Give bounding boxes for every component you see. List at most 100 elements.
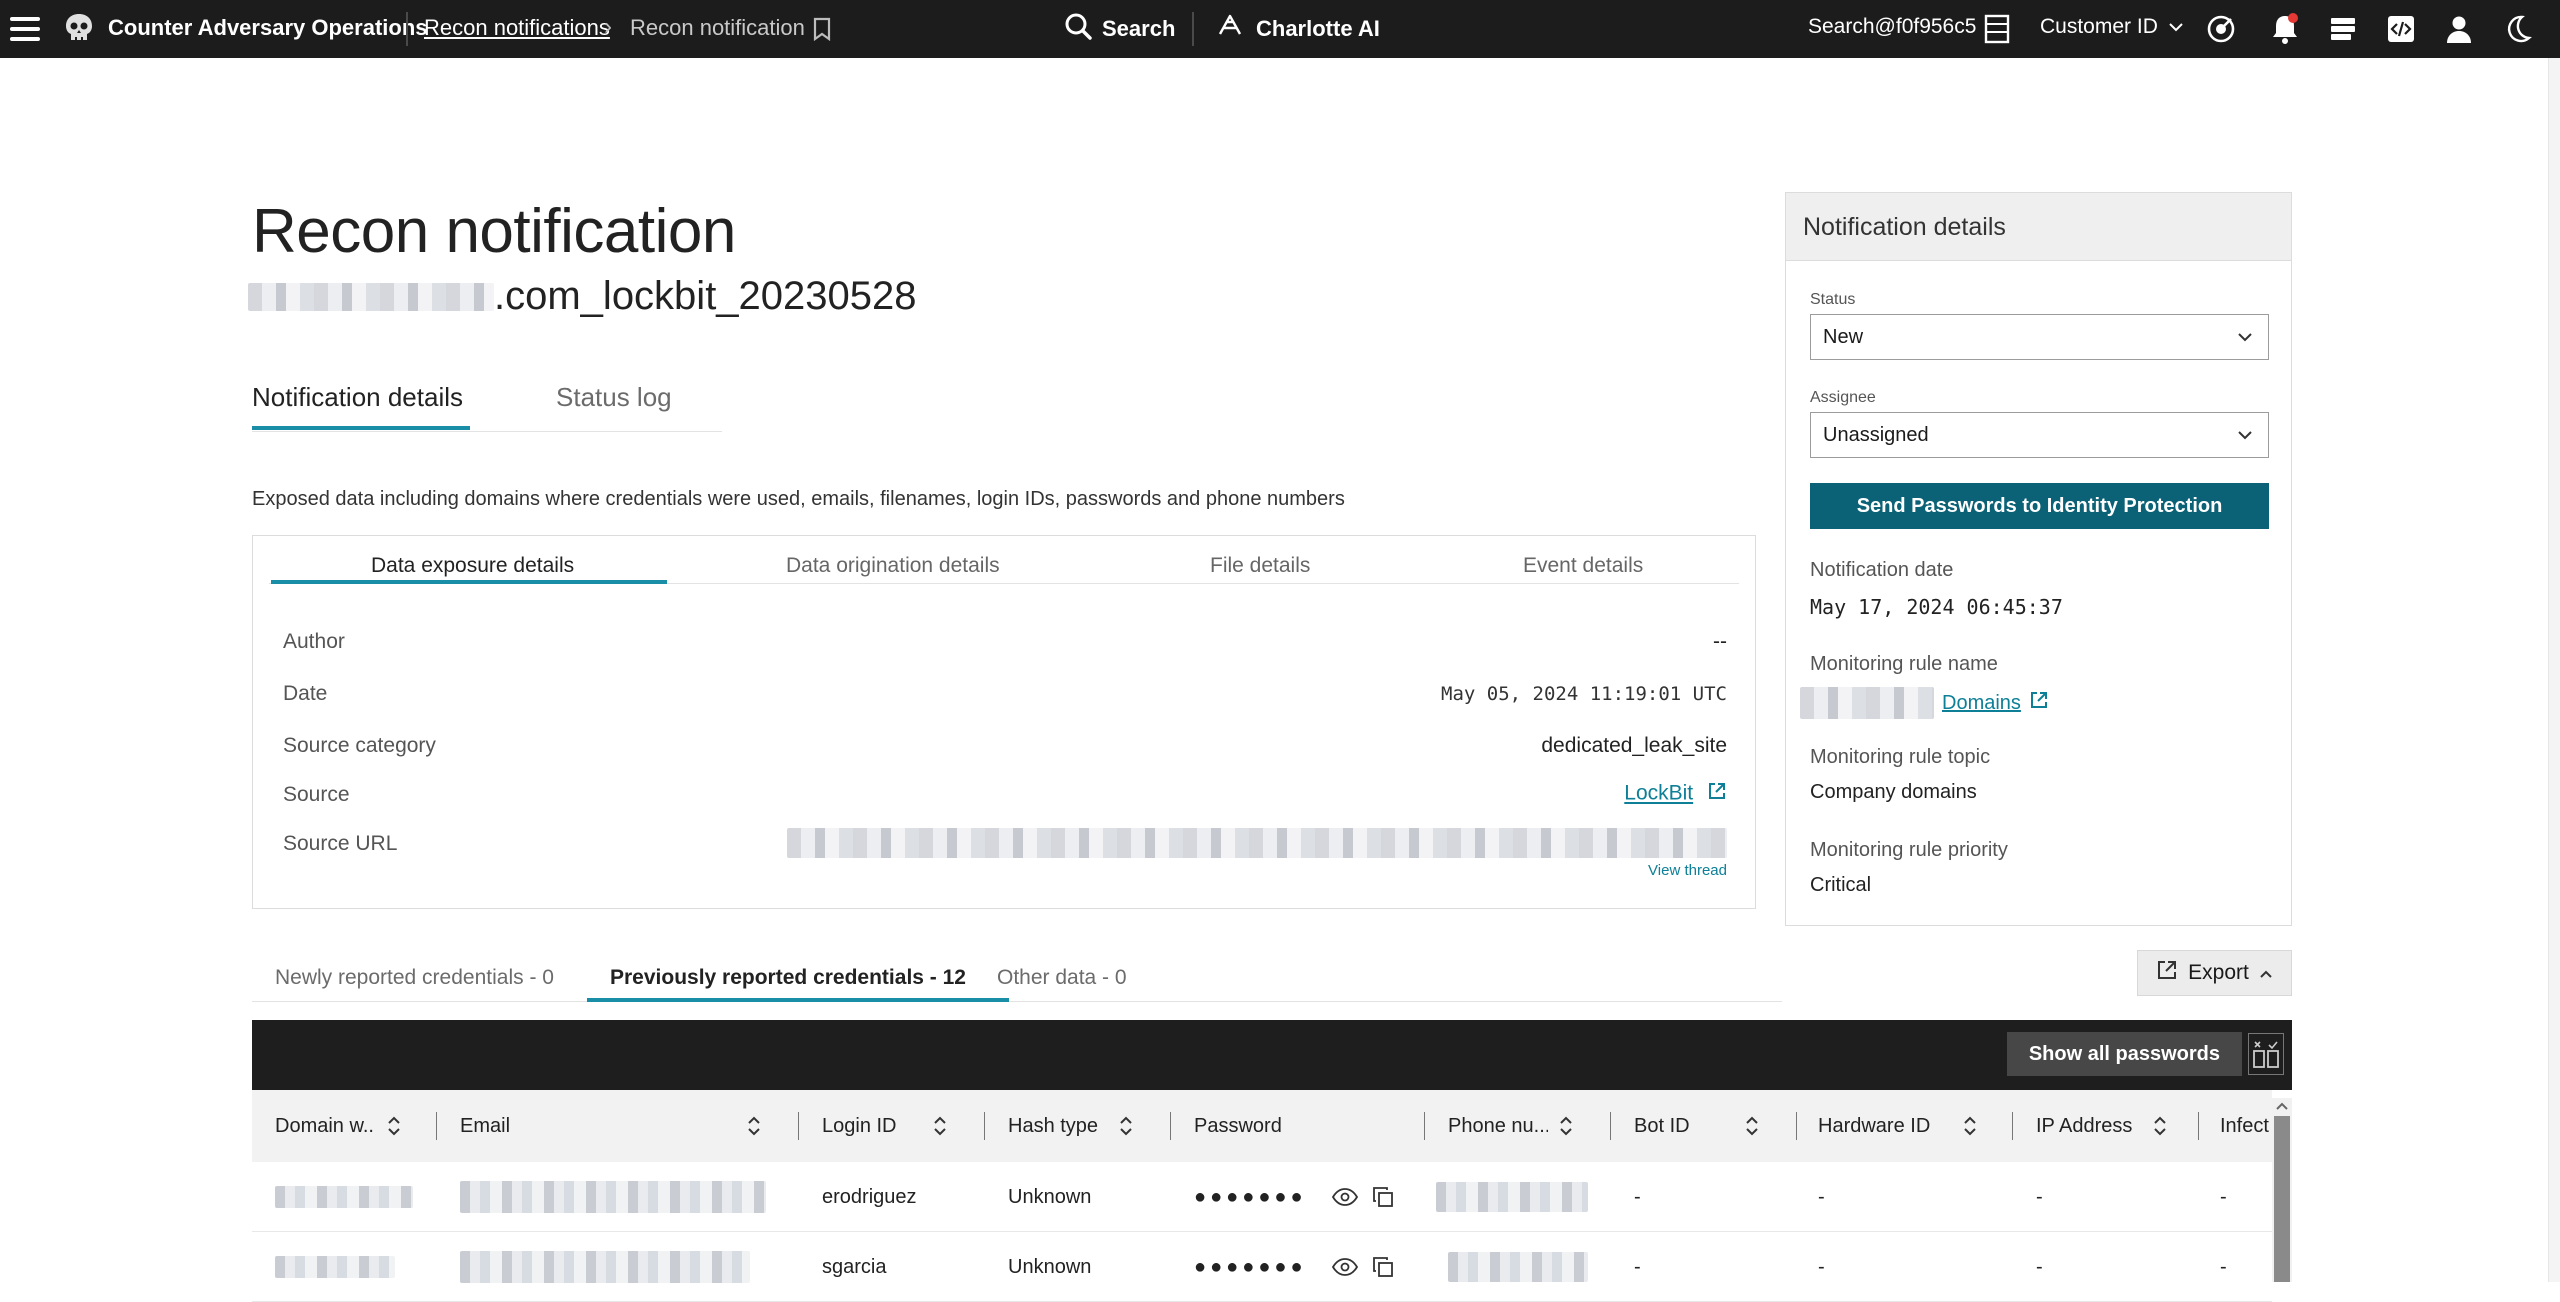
sort-icon[interactable] [1744, 1112, 1760, 1140]
redacted-domain [275, 1186, 413, 1208]
external-link-icon[interactable] [2029, 690, 2049, 716]
sort-icon[interactable] [746, 1112, 762, 1140]
assignee-value: Unassigned [1823, 423, 1929, 446]
app-title[interactable]: Counter Adversary Operations [108, 15, 428, 41]
radar-icon[interactable] [2204, 12, 2238, 46]
source-link[interactable]: LockBit [1624, 782, 1693, 805]
date-label: Date [283, 682, 328, 705]
bell-icon[interactable] [2268, 12, 2302, 46]
tab-data-exposure-details[interactable]: Data exposure details [371, 554, 574, 578]
table-scroll-thumb[interactable] [2274, 1116, 2290, 1282]
copy-icon[interactable] [1372, 1232, 1394, 1302]
scroll-up-arrow-icon[interactable] [2272, 1098, 2292, 1114]
col-domain[interactable]: Domain w... [275, 1090, 375, 1162]
notification-details-panel: Notification details Status New Assignee… [1785, 192, 2292, 926]
skull-logo-icon[interactable] [62, 12, 96, 46]
tab-data-origination-details[interactable]: Data origination details [786, 554, 1000, 578]
moon-icon[interactable] [2500, 12, 2534, 46]
redacted-email [460, 1251, 750, 1283]
col-hash-type[interactable]: Hash type [1008, 1090, 1108, 1162]
global-search-button[interactable]: Search [1064, 12, 1175, 46]
ip-address-cell: - [2036, 1185, 2043, 1208]
customer-id-label: Customer ID [2040, 15, 2158, 38]
copy-icon[interactable] [1372, 1162, 1394, 1232]
export-icon [2156, 959, 2178, 987]
send-passwords-button[interactable]: Send Passwords to Identity Protection [1810, 483, 2269, 529]
sort-icon[interactable] [386, 1112, 402, 1140]
eye-icon[interactable] [1332, 1232, 1358, 1302]
table-row[interactable]: sgarcia Unknown ●●●●●●● - - - - [252, 1232, 2272, 1302]
charlotte-label: Charlotte AI [1256, 16, 1380, 41]
show-all-passwords-button[interactable]: Show all passwords [2006, 1032, 2242, 1076]
col-bot-id[interactable]: Bot ID [1634, 1090, 1734, 1162]
customer-id-dropdown[interactable]: Customer ID [2040, 15, 2184, 39]
hash-type-cell: Unknown [1008, 1185, 1092, 1208]
main-tabs: Notification details Status log [252, 372, 722, 432]
col-login-id[interactable]: Login ID [822, 1090, 922, 1162]
exposed-data-description: Exposed data including domains where cre… [252, 488, 1345, 510]
sort-icon[interactable] [1558, 1112, 1574, 1140]
status-select[interactable]: New [1810, 314, 2269, 360]
email-cell [460, 1162, 766, 1232]
col-ip-address[interactable]: IP Address [2036, 1090, 2146, 1162]
phone-cell [1448, 1232, 1588, 1302]
export-button[interactable]: Export [2137, 950, 2292, 996]
tab-status-log[interactable]: Status log [556, 382, 672, 413]
charlotte-ai-button[interactable]: Charlotte AI [1216, 12, 1380, 46]
tab-event-details[interactable]: Event details [1523, 554, 1643, 578]
date-value: May 05, 2024 11:19:01 UTC [1441, 683, 1727, 705]
tab-other-data[interactable]: Other data - 0 [997, 966, 1127, 990]
tab-notification-details[interactable]: Notification details [252, 382, 463, 413]
column-settings-icon[interactable] [2248, 1033, 2284, 1075]
sort-icon[interactable] [932, 1112, 948, 1140]
page-scrollbar[interactable] [2548, 58, 2560, 1282]
column-divider [1610, 1112, 1611, 1140]
login-id-cell: sgarcia [822, 1255, 887, 1278]
tab-file-details[interactable]: File details [1210, 554, 1310, 578]
col-infected[interactable]: Infect [2220, 1090, 2272, 1162]
external-link-icon[interactable] [1707, 781, 1727, 807]
stack-icon[interactable] [2326, 12, 2360, 46]
assignee-label: Assignee [1810, 389, 1876, 406]
col-email[interactable]: Email [460, 1090, 610, 1162]
table-row[interactable]: erodriguez Unknown ●●●●●●● - - - - [252, 1162, 2272, 1232]
export-label: Export [2188, 961, 2249, 984]
monitoring-rule-name-value: Domains [1800, 687, 2049, 719]
infected-cell: - [2220, 1185, 2227, 1208]
hardware-id-cell: - [1818, 1185, 1825, 1208]
column-divider [2198, 1112, 2199, 1140]
topbar-divider [406, 12, 408, 46]
col-password[interactable]: Password [1194, 1090, 1334, 1162]
password-cell: ●●●●●●● [1194, 1185, 1307, 1208]
user-icon[interactable] [2442, 12, 2476, 46]
code-icon[interactable] [2384, 12, 2418, 46]
col-hardware-id[interactable]: Hardware ID [1818, 1090, 1958, 1162]
ip-address-cell: - [2036, 1255, 2043, 1278]
col-phone-number[interactable]: Phone nu... [1448, 1090, 1548, 1162]
sort-icon[interactable] [1962, 1112, 1978, 1140]
phone-cell [1436, 1162, 1588, 1232]
infected-cell: - [2220, 1255, 2227, 1278]
tab-newly-reported-credentials[interactable]: Newly reported credentials - 0 [275, 966, 554, 990]
menu-icon[interactable] [10, 17, 40, 41]
view-thread-link[interactable]: View thread [1648, 862, 1727, 879]
eye-icon[interactable] [1332, 1162, 1358, 1232]
data-exposure-panel: Data exposure details Data origination d… [252, 535, 1756, 909]
active-cred-tab-indicator [587, 998, 1009, 1002]
sort-icon[interactable] [1118, 1112, 1134, 1140]
status-value: New [1823, 325, 1864, 348]
monitoring-rule-topic-value: Company domains [1810, 781, 1977, 803]
tab-previously-reported-credentials[interactable]: Previously reported credentials - 12 [610, 966, 966, 990]
notification-name-suffix: .com_lockbit_20230528 [494, 274, 917, 318]
assignee-select[interactable]: Unassigned [1810, 412, 2269, 458]
notification-name: .com_lockbit_20230528 [248, 274, 917, 319]
domains-link[interactable]: Domains [1942, 692, 2021, 715]
email-cell [460, 1232, 750, 1302]
bookmark-icon[interactable] [812, 17, 832, 41]
credentials-tabs: Newly reported credentials - 0 Previousl… [252, 950, 1782, 1002]
cid-card-icon[interactable] [1980, 12, 2014, 46]
sort-icon[interactable] [2152, 1112, 2168, 1140]
column-divider [436, 1112, 437, 1140]
monitoring-rule-topic-label: Monitoring rule topic [1810, 746, 1991, 768]
breadcrumb-recon-notifications[interactable]: Recon notifications [424, 15, 610, 41]
